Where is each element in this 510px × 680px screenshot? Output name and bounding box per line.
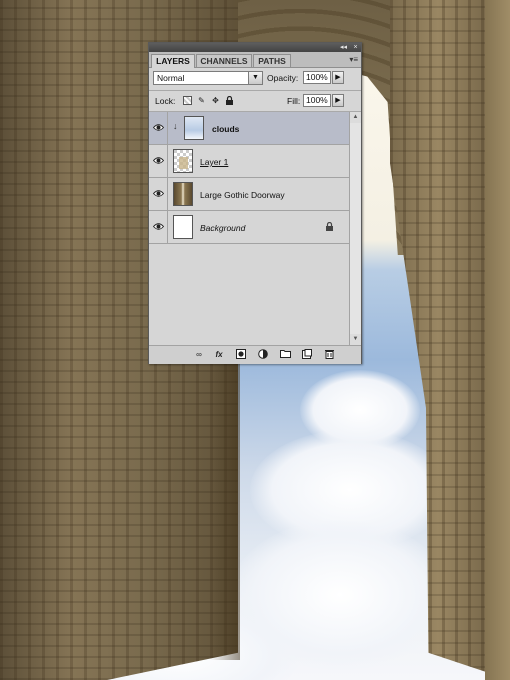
cloud-shape	[300, 370, 420, 450]
layer-name[interactable]: Large Gothic Doorway	[200, 190, 285, 200]
visibility-toggle[interactable]	[149, 112, 168, 144]
collapse-panel-icon[interactable]: ◂◂	[339, 43, 348, 52]
add-mask-icon[interactable]	[235, 349, 247, 360]
fill-label: Fill:	[287, 96, 301, 106]
opacity-input[interactable]: 100%	[303, 71, 331, 84]
layer-thumbnail[interactable]	[173, 149, 193, 173]
eye-icon[interactable]	[153, 222, 164, 231]
new-layer-icon[interactable]	[301, 349, 313, 360]
layer-thumbnail[interactable]	[184, 116, 204, 140]
visibility-toggle[interactable]	[149, 178, 168, 210]
layer-style-icon[interactable]: fx	[213, 349, 225, 360]
panel-tabs: LAYERS CHANNELS PATHS ▾≡	[149, 52, 361, 68]
lock-image-pixels-icon[interactable]: ✎	[197, 96, 206, 105]
fill-slider-button[interactable]: ▶	[332, 94, 344, 107]
eye-icon[interactable]	[153, 123, 164, 132]
layer-row-large-gothic-doorway[interactable]: Large Gothic Doorway	[149, 178, 349, 211]
layer-row-clouds[interactable]: ↓ clouds	[149, 112, 349, 145]
delete-layer-icon[interactable]	[323, 349, 335, 360]
thumbnail-content	[179, 157, 188, 169]
opacity-slider-button[interactable]: ▶	[332, 71, 344, 84]
blend-mode-select[interactable]: Normal ▼	[153, 71, 263, 85]
panel-menu-icon[interactable]: ▾≡	[349, 55, 358, 64]
opacity-label: Opacity:	[267, 73, 299, 83]
blend-opacity-row: Normal ▼ Opacity: 100% ▶	[149, 68, 361, 90]
new-group-icon[interactable]	[279, 349, 291, 360]
layers-scrollbar[interactable]: ▲ ▼	[349, 112, 361, 345]
lock-label: Lock:	[155, 96, 176, 106]
door-edge-shadow	[210, 360, 240, 660]
layer-thumbnail[interactable]	[173, 215, 193, 239]
layer-name[interactable]: Layer 1	[200, 157, 228, 167]
layer-lock-icon[interactable]	[325, 221, 334, 233]
lock-fill-row: Lock: ✎ ✥ Fill: 100% ▶	[149, 91, 361, 111]
layers-list: ↓ clouds Layer 1 Large Gothic Doorway Ba…	[149, 112, 349, 345]
layers-panel: ◂◂ × LAYERS CHANNELS PATHS ▾≡ Normal ▼ O…	[148, 42, 362, 364]
fill-input[interactable]: 100%	[303, 94, 331, 107]
chevron-down-icon[interactable]: ▼	[248, 72, 262, 84]
layer-thumbnail[interactable]	[173, 182, 193, 206]
panel-titlebar[interactable]: ◂◂ ×	[149, 43, 361, 52]
layer-row-background[interactable]: Background	[149, 211, 349, 244]
lock-transparent-pixels-icon[interactable]	[183, 96, 192, 105]
visibility-toggle[interactable]	[149, 145, 168, 177]
lock-all-icon[interactable]	[225, 95, 234, 105]
close-panel-icon[interactable]: ×	[351, 43, 360, 52]
layer-row-layer-1[interactable]: Layer 1	[149, 145, 349, 178]
eye-icon[interactable]	[153, 189, 164, 198]
tab-channels[interactable]: CHANNELS	[196, 54, 252, 67]
scroll-up-icon[interactable]: ▲	[350, 112, 361, 123]
link-layers-icon[interactable]: ∞	[193, 349, 205, 360]
visibility-toggle[interactable]	[149, 211, 168, 243]
eye-icon[interactable]	[153, 156, 164, 165]
tab-paths[interactable]: PATHS	[253, 54, 291, 67]
blend-mode-value: Normal	[157, 73, 185, 83]
clipping-arrow-icon: ↓	[173, 121, 178, 131]
scroll-down-icon[interactable]: ▼	[350, 334, 361, 345]
gothic-wall-edge	[485, 0, 510, 680]
lock-position-icon[interactable]: ✥	[211, 96, 220, 105]
layer-name[interactable]: clouds	[212, 124, 239, 134]
layer-name[interactable]: Background	[200, 223, 245, 233]
adjustment-layer-icon[interactable]	[257, 349, 269, 360]
tab-layers[interactable]: LAYERS	[151, 54, 195, 68]
layers-bottom-toolbar: ∞ fx	[149, 345, 361, 364]
